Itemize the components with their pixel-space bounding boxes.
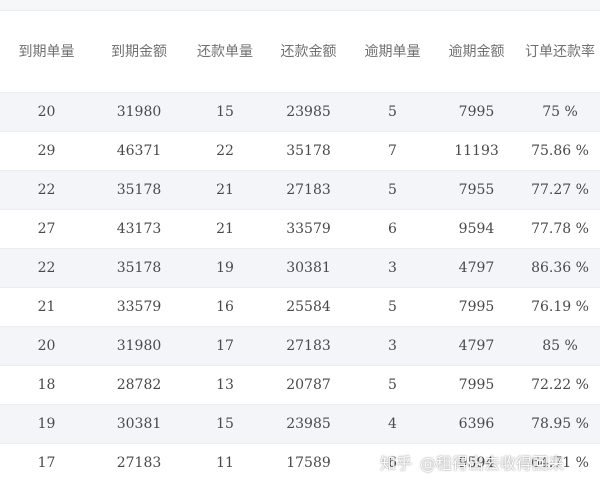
cell-overdue-amount: 4797: [433, 326, 520, 366]
cell-overdue-orders: 6: [352, 443, 433, 482]
cell-repayment-rate: 64.71 %: [520, 443, 600, 482]
cell-due-amount: 27183: [93, 443, 185, 482]
cell-due-orders: 19: [0, 404, 93, 444]
cell-overdue-orders: 5: [352, 170, 433, 210]
cell-due-amount: 35178: [93, 248, 185, 288]
cell-repaid-amount: 23985: [265, 92, 352, 132]
cell-overdue-orders: 4: [352, 404, 433, 444]
cell-repaid-amount: 20787: [265, 365, 352, 405]
cell-overdue-orders: 5: [352, 287, 433, 327]
cell-overdue-amount: 6396: [433, 404, 520, 444]
header-repayment-rate[interactable]: 订单还款率: [520, 11, 600, 93]
cell-due-orders: 22: [0, 248, 93, 288]
cell-repayment-rate: 86.36 %: [520, 248, 600, 288]
cell-repayment-rate: 78.95 %: [520, 404, 600, 444]
cell-overdue-amount: 9594: [433, 209, 520, 249]
table-row: 18 28782 13 20787 5 7995 72.22 %: [0, 365, 600, 405]
cell-repayment-rate: 75 %: [520, 92, 600, 132]
table-row: 27 43173 21 33579 6 9594 77.78 %: [0, 209, 600, 249]
table-header: 到期单量 到期金额 还款单量 还款金额 逾期单量 逾期金额 订单还款率: [0, 11, 600, 93]
top-toolbar-strip: [0, 0, 600, 11]
header-overdue-amount[interactable]: 逾期金额: [433, 11, 520, 93]
cell-repaid-orders: 16: [185, 287, 265, 327]
cell-repayment-rate: 72.22 %: [520, 365, 600, 405]
cell-due-orders: 21: [0, 287, 93, 327]
cell-due-orders: 22: [0, 170, 93, 210]
cell-overdue-amount: 4797: [433, 248, 520, 288]
cell-overdue-amount: 7995: [433, 365, 520, 405]
cell-overdue-orders: 5: [352, 365, 433, 405]
cell-repayment-rate: 75.86 %: [520, 131, 600, 171]
header-due-orders[interactable]: 到期单量: [0, 11, 93, 93]
header-repaid-orders[interactable]: 还款单量: [185, 11, 265, 93]
cell-repaid-amount: 27183: [265, 170, 352, 210]
cell-repaid-orders: 11: [185, 443, 265, 482]
table-row: 21 33579 16 25584 5 7995 76.19 %: [0, 287, 600, 327]
table-row: 22 35178 19 30381 3 4797 86.36 %: [0, 248, 600, 288]
cell-due-orders: 27: [0, 209, 93, 249]
cell-repaid-amount: 23985: [265, 404, 352, 444]
cell-overdue-orders: 5: [352, 92, 433, 132]
cell-overdue-amount: 9594: [433, 443, 520, 482]
cell-repaid-orders: 13: [185, 365, 265, 405]
cell-repaid-orders: 15: [185, 404, 265, 444]
cell-repaid-amount: 30381: [265, 248, 352, 288]
cell-due-orders: 20: [0, 326, 93, 366]
header-overdue-orders[interactable]: 逾期单量: [352, 11, 433, 93]
cell-repaid-orders: 17: [185, 326, 265, 366]
cell-overdue-amount: 7995: [433, 92, 520, 132]
cell-overdue-orders: 3: [352, 248, 433, 288]
table-body: 20 31980 15 23985 5 7995 75 % 29 46371 2…: [0, 92, 600, 482]
cell-overdue-amount: 11193: [433, 131, 520, 171]
cell-overdue-orders: 7: [352, 131, 433, 171]
cell-due-orders: 18: [0, 365, 93, 405]
cell-repaid-amount: 17589: [265, 443, 352, 482]
cell-repaid-orders: 21: [185, 209, 265, 249]
cell-repayment-rate: 76.19 %: [520, 287, 600, 327]
cell-due-amount: 30381: [93, 404, 185, 444]
repayment-stats-table: 到期单量 到期金额 还款单量 还款金额 逾期单量 逾期金额 订单还款率 20 3…: [0, 11, 600, 482]
table-row: 17 27183 11 17589 6 9594 64.71 %: [0, 443, 600, 482]
header-repaid-amount[interactable]: 还款金额: [265, 11, 352, 93]
table-row: 22 35178 21 27183 5 7955 77.27 %: [0, 170, 600, 210]
cell-repaid-amount: 33579: [265, 209, 352, 249]
table-row: 29 46371 22 35178 7 11193 75.86 %: [0, 131, 600, 171]
cell-repayment-rate: 77.27 %: [520, 170, 600, 210]
cell-repaid-amount: 35178: [265, 131, 352, 171]
cell-overdue-orders: 3: [352, 326, 433, 366]
table-row: 19 30381 15 23985 4 6396 78.95 %: [0, 404, 600, 444]
cell-repaid-amount: 25584: [265, 287, 352, 327]
cell-due-amount: 46371: [93, 131, 185, 171]
cell-repaid-orders: 22: [185, 131, 265, 171]
cell-overdue-amount: 7955: [433, 170, 520, 210]
header-row: 到期单量 到期金额 还款单量 还款金额 逾期单量 逾期金额 订单还款率: [0, 11, 600, 93]
cell-due-amount: 33579: [93, 287, 185, 327]
cell-due-orders: 17: [0, 443, 93, 482]
cell-repaid-orders: 21: [185, 170, 265, 210]
cell-overdue-amount: 7995: [433, 287, 520, 327]
table-row: 20 31980 15 23985 5 7995 75 %: [0, 92, 600, 132]
cell-due-amount: 28782: [93, 365, 185, 405]
cell-repaid-amount: 27183: [265, 326, 352, 366]
cell-due-orders: 29: [0, 131, 93, 171]
cell-repayment-rate: 85 %: [520, 326, 600, 366]
cell-due-amount: 31980: [93, 326, 185, 366]
cell-repayment-rate: 77.78 %: [520, 209, 600, 249]
cell-due-orders: 20: [0, 92, 93, 132]
cell-due-amount: 35178: [93, 170, 185, 210]
header-due-amount[interactable]: 到期金额: [93, 11, 185, 93]
cell-repaid-orders: 15: [185, 92, 265, 132]
cell-overdue-orders: 6: [352, 209, 433, 249]
cell-due-amount: 31980: [93, 92, 185, 132]
cell-repaid-orders: 19: [185, 248, 265, 288]
table-row: 20 31980 17 27183 3 4797 85 %: [0, 326, 600, 366]
cell-due-amount: 43173: [93, 209, 185, 249]
